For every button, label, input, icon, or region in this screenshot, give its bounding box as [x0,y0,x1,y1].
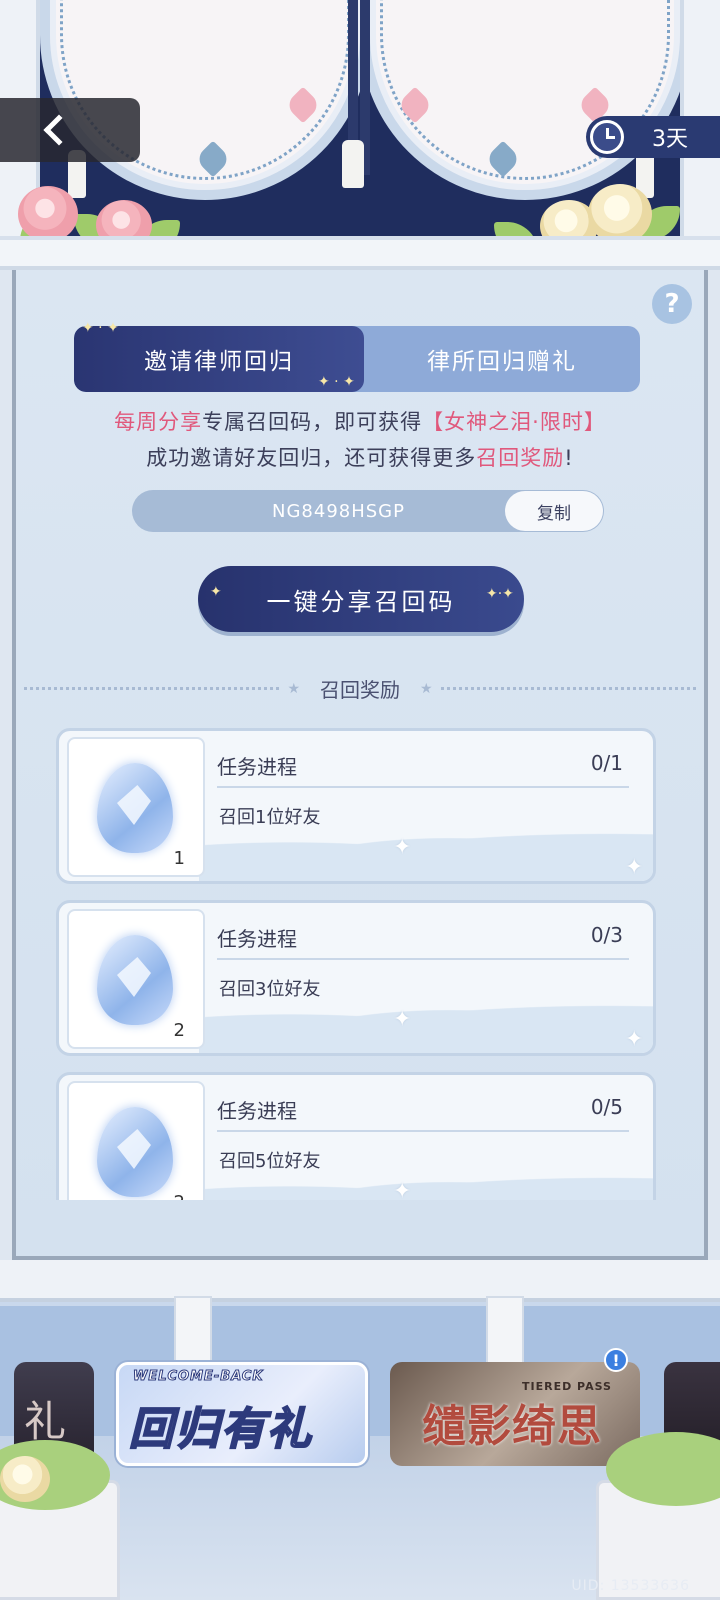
gem-icon [97,763,173,853]
gem-icon [97,935,173,1025]
section-header: ★ 召回奖励 ★ [16,674,704,703]
reward-qty: 2 [173,1020,185,1041]
reward-qty: 1 [173,848,185,869]
back-chevron-icon [43,114,75,146]
recall-panel: ? 邀请律师回归 律所回归赠礼 ✦ · ✦ ✦ · ✦ 每周分享专属召回码，即可… [12,270,708,1260]
help-icon[interactable]: ? [652,284,692,324]
task-desc: 召回3位好友 [219,979,321,1000]
task-title: 任务进程 [217,927,297,951]
info-line-2: 成功邀请好友回归，还可获得更多召回奖励! [16,442,704,472]
info-text: ! [564,446,574,470]
star-icon: ✦ [210,584,222,600]
star-icon: ✦ · ✦ [318,374,355,390]
banner-tiered-pass[interactable]: TIERED PASS 缱影绮思 [390,1362,640,1466]
task-progress: 0/5 [590,1095,623,1119]
sparkle-icon: ✦ [625,855,644,880]
user-id: UID: 13533636 [571,1578,690,1594]
task-desc: 召回5位好友 [219,1151,321,1172]
recall-code-field: NG8498HSGP 复制 [132,490,604,532]
sparkle-icon: ✦ [393,1179,412,1200]
highlight-text: 每周分享 [114,410,203,434]
sparkle-icon: ✦ [393,835,412,860]
info-line-1: 每周分享专属召回码，即可获得【女神之泪·限时】 [16,406,704,436]
tab-bar: 邀请律师回归 律所回归赠礼 [74,326,640,392]
section-title: 召回奖励 [320,678,400,702]
timer-label: 3天 [652,127,688,152]
task-desc: 召回1位好友 [219,807,321,828]
star-icon: ★ [287,680,300,697]
info-text: 成功邀请好友回归，还可获得更多 [146,446,477,470]
banner-title: 缱影绮思 [422,1401,602,1452]
share-button-label: 一键分享召回码 [266,587,456,616]
banner-title: 回归有礼 [128,1403,313,1456]
rose-decoration [0,1456,50,1502]
share-code-button[interactable]: 一键分享召回码 [198,566,524,632]
copy-button[interactable]: 复制 [505,491,603,531]
reward-card: 2 任务进程 0/5 召回5位好友 ✦ [56,1072,656,1200]
reward-qty: 2 [174,1192,185,1200]
banner-subtitle: WELCOME-BACK [133,1369,264,1385]
reward-card: 1 任务进程 0/1 召回1位好友 ✦ ✦ [56,728,656,884]
task-title: 任务进程 [217,1099,297,1123]
tab-label: 邀请律师回归 [144,349,294,375]
tassel-icon [342,140,364,188]
sparkle-icon: ✦ [393,1007,412,1032]
reward-name: 【女神之泪·限时】 [422,410,606,434]
star-icon: ✦·✦ [486,586,514,602]
top-beam [0,236,720,270]
gem-icon [97,1107,173,1197]
task-progress: 0/1 [590,751,623,775]
notice-badge-icon: ! [604,1348,628,1372]
reward-card: 2 任务进程 0/3 召回3位好友 ✦ ✦ [56,900,656,1056]
task-title: 任务进程 [217,755,297,779]
task-progress: 0/3 [590,923,623,947]
clock-icon [590,120,624,154]
tab-label: 律所回归赠礼 [427,349,577,375]
back-button[interactable] [0,98,140,162]
reward-item[interactable]: 2 [67,909,205,1049]
highlight-text: 召回奖励 [476,446,565,470]
event-timer: 3天 [586,116,720,158]
reward-item[interactable]: 1 [67,737,205,877]
reward-item[interactable]: 2 [67,1081,205,1200]
star-icon: ✦ · ✦ [82,320,119,336]
info-text: 专属召回码，即可获得 [202,410,423,434]
star-icon: ★ [420,680,433,697]
banner-welcome-back[interactable]: WELCOME-BACK 回归有礼 [116,1362,368,1466]
sparkle-icon: ✦ [625,1027,644,1052]
tab-return-gifts[interactable]: 律所回归赠礼 [364,326,640,392]
recall-code: NG8498HSGP [272,500,405,522]
reward-list[interactable]: 1 任务进程 0/1 召回1位好友 ✦ ✦ 2 任务进程 0/3 召回3位好友 … [56,728,656,1200]
rose-decoration [18,186,78,242]
rose-decoration [588,184,652,244]
